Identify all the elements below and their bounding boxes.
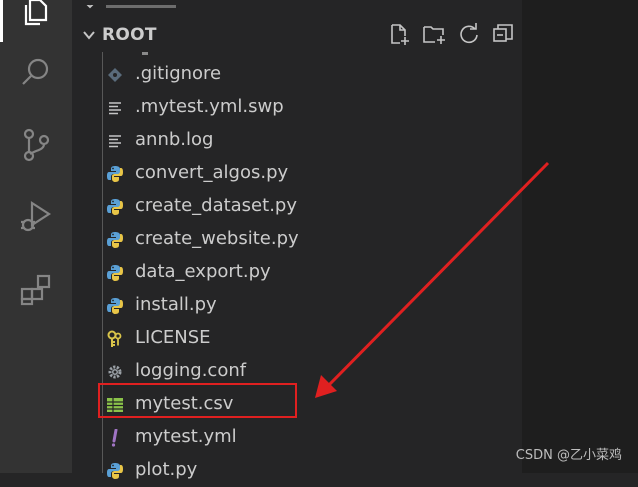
annotation-arrow — [315, 161, 550, 398]
watermark: CSDN @乙小菜鸡 — [515, 448, 622, 463]
